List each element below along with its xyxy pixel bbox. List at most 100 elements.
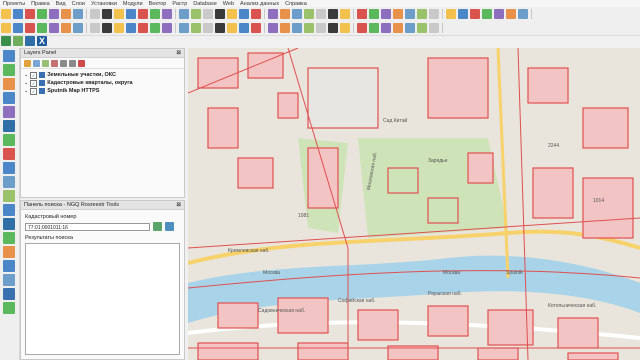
toolbar-tool-icon[interactable] <box>102 9 112 19</box>
toolbar-tool-icon[interactable] <box>215 9 225 19</box>
toolbar-tool-icon[interactable] <box>304 9 314 19</box>
menu-item[interactable]: Модули <box>120 1 146 7</box>
toolbar-tool-icon[interactable] <box>49 9 59 19</box>
toolbar-tool-icon[interactable] <box>280 23 290 33</box>
menu-item[interactable]: Database <box>190 1 220 7</box>
add-layer-icon[interactable] <box>3 120 15 132</box>
menu-item[interactable]: Вид <box>53 1 69 7</box>
toolbar-tool-icon[interactable] <box>90 9 100 19</box>
toolbar-tool-icon[interactable] <box>328 9 338 19</box>
toolbar-tool-icon[interactable] <box>381 23 391 33</box>
toolbar-tool-icon[interactable] <box>340 23 350 33</box>
open-layer-styling-icon[interactable] <box>24 59 31 67</box>
menu-item[interactable]: Установки <box>88 1 120 7</box>
toolbar-tool-icon[interactable] <box>393 9 403 19</box>
toolbar-tool-icon[interactable] <box>369 9 379 19</box>
panel-close-icon[interactable]: ⊠ <box>176 50 181 56</box>
toolbar-tool-icon[interactable] <box>61 9 71 19</box>
add-layer-icon[interactable] <box>3 302 15 314</box>
layer-item[interactable]: ⌄ ✓ Земельные участки, ОКС <box>24 71 184 79</box>
toolbar-tool-icon[interactable] <box>191 9 201 19</box>
toolbar-tool-icon[interactable] <box>369 23 379 33</box>
toolbar-tool-icon[interactable] <box>227 23 237 33</box>
toolbar-tool-icon[interactable] <box>405 23 415 33</box>
menu-item[interactable]: Правка <box>28 1 53 7</box>
toolbar-tool-icon[interactable] <box>114 9 124 19</box>
toolbar-tool-icon[interactable] <box>429 9 439 19</box>
map-drawing[interactable] <box>188 48 640 360</box>
toolbar-tool-icon[interactable] <box>13 23 23 33</box>
toolbar-tool-icon[interactable] <box>162 23 172 33</box>
add-layer-icon[interactable] <box>3 288 15 300</box>
menu-item[interactable]: Вектор <box>146 1 170 7</box>
toolbar-tool-icon[interactable] <box>429 23 439 33</box>
add-layer-icon[interactable] <box>3 260 15 272</box>
toolbar-tool-icon[interactable] <box>150 23 160 33</box>
toolbar-tool-icon[interactable] <box>470 9 480 19</box>
toolbar-tool-icon[interactable] <box>328 23 338 33</box>
add-layer-icon[interactable] <box>3 78 15 90</box>
toolbar-tool-icon[interactable] <box>138 9 148 19</box>
search-map-button[interactable] <box>165 222 174 231</box>
add-layer-icon[interactable] <box>3 246 15 258</box>
add-layer-icon[interactable] <box>3 50 15 62</box>
toolbar-tool-icon[interactable] <box>251 9 261 19</box>
toolbar-tool-icon[interactable] <box>393 23 403 33</box>
add-layer-icon[interactable] <box>3 92 15 104</box>
toolbar-tool-icon[interactable] <box>381 9 391 19</box>
menu-item[interactable]: Проекты <box>0 1 28 7</box>
toolbar-tool-icon[interactable] <box>292 9 302 19</box>
map-canvas[interactable]: Московская наб. Москва Москва Раушская н… <box>188 48 640 360</box>
toolbar-tool-icon[interactable] <box>357 9 367 19</box>
toolbar-tool-icon[interactable] <box>357 23 367 33</box>
remove-layer-icon[interactable] <box>78 59 85 67</box>
menu-item[interactable]: Слои <box>69 1 88 7</box>
add-layer-icon[interactable] <box>3 190 15 202</box>
toolbar-tool-icon[interactable] <box>25 23 35 33</box>
toolbar-tool-icon[interactable] <box>203 23 213 33</box>
menu-item[interactable]: Web <box>220 1 237 7</box>
add-group-icon[interactable] <box>33 59 40 67</box>
layer-item[interactable]: ⌄ ✓ Sputnik Map HTTPS <box>24 87 184 95</box>
toolbar-tool-icon[interactable] <box>268 23 278 33</box>
toolbar-tool-icon[interactable] <box>126 9 136 19</box>
menu-item[interactable]: Растр <box>169 1 190 7</box>
toolbar-tool-icon[interactable] <box>150 9 160 19</box>
toolbar-tool-icon[interactable] <box>417 23 427 33</box>
toolbar-tool-icon[interactable] <box>292 23 302 33</box>
add-layer-icon[interactable] <box>3 274 15 286</box>
toolbar-tool-icon[interactable] <box>482 9 492 19</box>
toolbar-tool-icon[interactable] <box>458 9 468 19</box>
toolbar-tool-icon[interactable] <box>102 23 112 33</box>
add-layer-icon[interactable] <box>3 134 15 146</box>
filter-icon[interactable] <box>51 59 58 67</box>
toolbar-tool-icon[interactable] <box>25 9 35 19</box>
toolbar-tool-icon[interactable] <box>13 9 23 19</box>
toolbar-tool-icon[interactable] <box>227 9 237 19</box>
toolbar-tool-icon[interactable] <box>90 23 100 33</box>
toolbar-tool-icon[interactable] <box>494 9 504 19</box>
grid-icon[interactable] <box>25 36 35 46</box>
toolbar-tool-icon[interactable] <box>268 9 278 19</box>
toolbar-tool-icon[interactable] <box>518 9 528 19</box>
layer-item[interactable]: ⌄ ✓ Кадастровые кварталы, округа <box>24 79 184 87</box>
menu-item[interactable]: Анализ данных <box>237 1 282 7</box>
toolbar-tool-icon[interactable] <box>126 23 136 33</box>
toolbar-tool-icon[interactable] <box>316 23 326 33</box>
toolbar-tool-icon[interactable] <box>304 23 314 33</box>
toolbar-tool-icon[interactable] <box>114 23 124 33</box>
add-layer-icon[interactable] <box>3 106 15 118</box>
menu-item[interactable]: Справка <box>282 1 310 7</box>
toolbar-tool-icon[interactable] <box>73 23 83 33</box>
toolbar-tool-icon[interactable] <box>251 23 261 33</box>
add-layer-icon[interactable] <box>3 176 15 188</box>
toolbar-tool-icon[interactable] <box>191 23 201 33</box>
panel-close-icon[interactable]: ⊠ <box>176 202 181 208</box>
toolbar-tool-icon[interactable] <box>215 23 225 33</box>
digitize-icon[interactable] <box>1 36 11 46</box>
toolbar-tool-icon[interactable] <box>340 9 350 19</box>
add-layer-icon[interactable] <box>3 148 15 160</box>
add-layer-icon[interactable] <box>3 64 15 76</box>
manage-visibility-icon[interactable] <box>42 59 49 67</box>
layer-checkbox[interactable]: ✓ <box>30 79 38 87</box>
